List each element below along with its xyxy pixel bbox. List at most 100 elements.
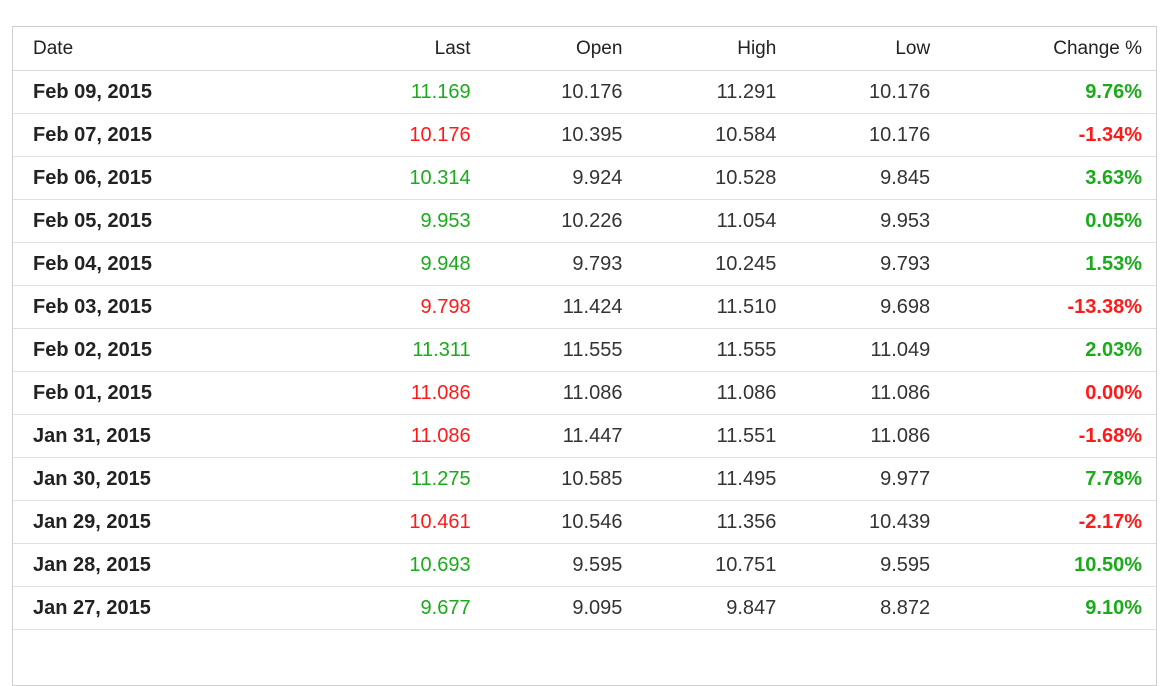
table-row: Feb 09, 2015 11.169 10.176 11.291 10.176 9.76… [13, 70, 1156, 114]
column-header-low[interactable]: Low [776, 27, 931, 71]
last-price-cell: 10.176 [174, 113, 471, 157]
last-price-cell: 11.086 [174, 371, 471, 415]
high-price-cell: 9.847 [622, 586, 777, 630]
column-header-date[interactable]: Date [13, 27, 175, 71]
date-cell: Feb 03, 2015 [13, 285, 175, 329]
high-price-cell: 11.551 [622, 414, 777, 458]
low-price-cell: 8.872 [776, 586, 931, 630]
date-cell: Feb 07, 2015 [13, 113, 175, 157]
table-row: Jan 31, 2015 11.086 11.447 11.551 11.086 -1.6… [13, 414, 1156, 458]
high-price-cell: 11.291 [622, 70, 777, 114]
open-price-cell: 9.924 [470, 156, 623, 200]
low-price-cell: 10.439 [776, 500, 931, 544]
high-price-cell: 11.054 [622, 199, 777, 243]
date-cell: Jan 27, 2015 [13, 586, 175, 630]
low-price-cell: 9.845 [776, 156, 931, 200]
date-cell: Jan 28, 2015 [13, 543, 175, 587]
table-row: Jan 30, 2015 11.275 10.585 11.495 9.977 7.78% [13, 457, 1156, 501]
open-price-cell: 10.585 [470, 457, 623, 501]
table-row: Jan 29, 2015 10.461 10.546 11.356 10.439 -2.1… [13, 500, 1156, 544]
date-cell: Jan 31, 2015 [13, 414, 175, 458]
table-row: Feb 04, 2015 9.948 9.793 10.245 9.793 1.53% [13, 242, 1156, 286]
open-price-cell: 9.095 [470, 586, 623, 630]
open-price-cell: 11.447 [470, 414, 623, 458]
last-price-cell: 11.086 [174, 414, 471, 458]
high-price-cell: 11.555 [622, 328, 777, 372]
open-price-cell: 9.595 [470, 543, 623, 587]
low-price-cell: 11.049 [776, 328, 931, 372]
high-price-cell: 10.245 [622, 242, 777, 286]
table-header-row: Date Last Open High Low Change % [13, 27, 1156, 71]
last-price-cell: 9.953 [174, 199, 471, 243]
date-cell: Jan 30, 2015 [13, 457, 175, 501]
table-row: Feb 07, 2015 10.176 10.395 10.584 10.176 -1.3… [13, 113, 1156, 157]
change-percent-cell: -1.68% [930, 414, 1156, 458]
last-price-cell: 10.461 [174, 500, 471, 544]
change-percent-cell: -1.34% [930, 113, 1156, 157]
table-body: Feb 09, 2015 11.169 10.176 11.291 10.176 9.76… [13, 70, 1156, 630]
change-percent-cell: 3.63% [930, 156, 1156, 200]
table-row: Feb 01, 2015 11.086 11.086 11.086 11.086 0.00… [13, 371, 1156, 415]
low-price-cell: 9.698 [776, 285, 931, 329]
low-price-cell: 9.595 [776, 543, 931, 587]
low-price-cell: 10.176 [776, 70, 931, 114]
low-price-cell: 10.176 [776, 113, 931, 157]
last-price-cell: 9.677 [174, 586, 471, 630]
open-price-cell: 10.226 [470, 199, 623, 243]
last-price-cell: 11.275 [174, 457, 471, 501]
open-price-cell: 10.546 [470, 500, 623, 544]
open-price-cell: 11.086 [470, 371, 623, 415]
open-price-cell: 11.555 [470, 328, 623, 372]
change-percent-cell: -2.17% [930, 500, 1156, 544]
table-row: Feb 03, 2015 9.798 11.424 11.510 9.698 -13.38… [13, 285, 1156, 329]
change-percent-cell: 1.53% [930, 242, 1156, 286]
high-price-cell: 11.510 [622, 285, 777, 329]
table-row: Jan 27, 2015 9.677 9.095 9.847 8.872 9.10% [13, 586, 1156, 630]
date-cell: Feb 06, 2015 [13, 156, 175, 200]
column-header-change[interactable]: Change % [930, 27, 1156, 71]
last-price-cell: 9.948 [174, 242, 471, 286]
column-header-last[interactable]: Last [174, 27, 471, 71]
high-price-cell: 11.495 [622, 457, 777, 501]
low-price-cell: 11.086 [776, 371, 931, 415]
change-percent-cell: 9.76% [930, 70, 1156, 114]
date-cell: Feb 05, 2015 [13, 199, 175, 243]
table-row: Feb 05, 2015 9.953 10.226 11.054 9.953 0.05% [13, 199, 1156, 243]
date-cell: Feb 09, 2015 [13, 70, 175, 114]
historical-data-panel: Date Last Open High Low Change % Feb 09,… [12, 26, 1157, 686]
date-cell: Feb 02, 2015 [13, 328, 175, 372]
date-cell: Jan 29, 2015 [13, 500, 175, 544]
high-price-cell: 10.584 [622, 113, 777, 157]
historical-data-table: Date Last Open High Low Change % Feb 09,… [13, 27, 1156, 630]
open-price-cell: 9.793 [470, 242, 623, 286]
open-price-cell: 10.395 [470, 113, 623, 157]
high-price-cell: 10.751 [622, 543, 777, 587]
table-row: Jan 28, 2015 10.693 9.595 10.751 9.595 10.50% [13, 543, 1156, 587]
table-row: Feb 06, 2015 10.314 9.924 10.528 9.845 3.63% [13, 156, 1156, 200]
change-percent-cell: 7.78% [930, 457, 1156, 501]
column-header-high[interactable]: High [622, 27, 777, 71]
change-percent-cell: 2.03% [930, 328, 1156, 372]
open-price-cell: 11.424 [470, 285, 623, 329]
table-row: Feb 02, 2015 11.311 11.555 11.555 11.049 2.03… [13, 328, 1156, 372]
low-price-cell: 11.086 [776, 414, 931, 458]
change-percent-cell: 10.50% [930, 543, 1156, 587]
open-price-cell: 10.176 [470, 70, 623, 114]
last-price-cell: 11.311 [174, 328, 471, 372]
last-price-cell: 11.169 [174, 70, 471, 114]
last-price-cell: 10.693 [174, 543, 471, 587]
low-price-cell: 9.953 [776, 199, 931, 243]
high-price-cell: 11.356 [622, 500, 777, 544]
change-percent-cell: 0.00% [930, 371, 1156, 415]
change-percent-cell: 0.05% [930, 199, 1156, 243]
low-price-cell: 9.977 [776, 457, 931, 501]
last-price-cell: 10.314 [174, 156, 471, 200]
high-price-cell: 10.528 [622, 156, 777, 200]
low-price-cell: 9.793 [776, 242, 931, 286]
change-percent-cell: 9.10% [930, 586, 1156, 630]
last-price-cell: 9.798 [174, 285, 471, 329]
column-header-open[interactable]: Open [470, 27, 623, 71]
high-price-cell: 11.086 [622, 371, 777, 415]
date-cell: Feb 01, 2015 [13, 371, 175, 415]
date-cell: Feb 04, 2015 [13, 242, 175, 286]
